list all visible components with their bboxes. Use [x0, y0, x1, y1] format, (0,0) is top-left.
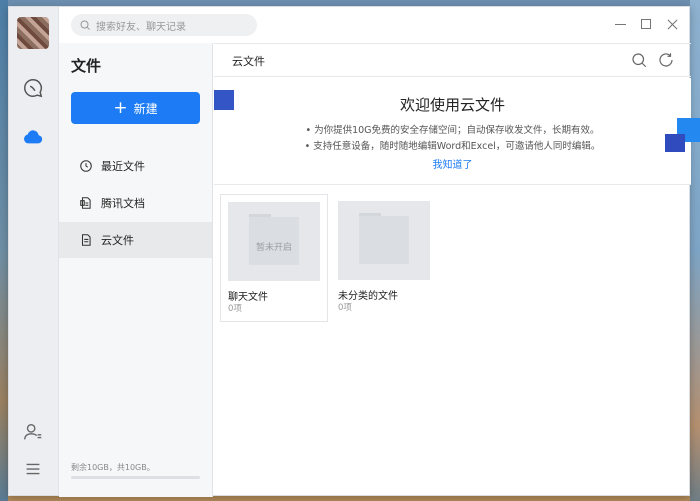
sidebar-item-label: 最近文件 [101, 160, 145, 173]
main-header: 云文件 [214, 43, 691, 77]
plus-icon: + [113, 97, 128, 118]
files-sidebar: 文件 + 新建 最近文件 腾讯文档 云文件 剩余10GB，共10GB。 [59, 43, 213, 497]
folder-icon [359, 216, 409, 264]
cloud-icon[interactable] [22, 126, 44, 148]
sidebar-title: 文件 [71, 57, 102, 75]
folder-card-uncategorized[interactable]: 未分类的文件 0项 [331, 194, 439, 322]
file-icon [81, 234, 91, 246]
sidebar-item-tencent-docs[interactable]: 腾讯文档 [59, 185, 212, 221]
maximize-button[interactable] [638, 16, 654, 32]
folder-card-chat-files[interactable]: 暂未开启 聊天文件 0项 [220, 194, 328, 322]
clock-icon [80, 160, 92, 172]
folder-name: 聊天文件 [228, 292, 268, 303]
welcome-banner: 欢迎使用云文件 • 为你提供10G免费的安全存储空间；自动保存收发文件，长期有效… [214, 78, 700, 185]
folder-grid: 暂未开启 聊天文件 0项 未分类的文件 0项 [214, 186, 691, 497]
folder-thumbnail [338, 201, 430, 280]
close-button[interactable] [664, 16, 680, 32]
close-icon [667, 19, 677, 29]
folder-thumbnail: 暂未开启 [228, 202, 320, 281]
chat-icon[interactable] [22, 77, 44, 99]
storage-quota-bar [71, 476, 200, 479]
avatar[interactable] [17, 17, 49, 49]
refresh-icon[interactable] [657, 51, 675, 69]
sidebar-item-label: 云文件 [101, 234, 134, 247]
maximize-icon [641, 19, 651, 29]
sidebar-item-recent-files[interactable]: 最近文件 [59, 148, 212, 184]
page-title: 云文件 [232, 55, 265, 68]
new-button-label: 新建 [133, 101, 158, 116]
sidebar-item-cloud-files[interactable]: 云文件 [59, 222, 212, 258]
minimize-button[interactable] [612, 16, 628, 32]
desktop-background-left [0, 0, 8, 501]
desktop-background-right [690, 0, 700, 501]
contacts-icon[interactable] [22, 421, 44, 443]
search-icon [80, 20, 90, 30]
folder-count: 0项 [338, 303, 352, 313]
banner-title: 欢迎使用云文件 [399, 96, 505, 114]
search-placeholder: 搜索好友、聊天记录 [96, 21, 186, 33]
search-input[interactable]: 搜索好友、聊天记录 [71, 14, 257, 36]
search-icon[interactable] [630, 51, 648, 69]
menu-icon[interactable] [22, 458, 44, 480]
dismiss-banner-link[interactable]: 我知道了 [214, 156, 691, 171]
banner-line-1: • 为你提供10G免费的安全存储空间；自动保存收发文件，长期有效。 [305, 125, 600, 136]
banner-line-2: • 支持任意设备，随时随地编辑Word和Excel，可邀请他人同时编辑。 [304, 141, 601, 152]
folder-name: 未分类的文件 [338, 291, 398, 302]
storage-quota-text: 剩余10GB，共10GB。 [71, 463, 155, 472]
sidebar-item-label: 腾讯文档 [101, 197, 145, 210]
left-rail [9, 7, 59, 495]
folder-count: 0项 [228, 304, 242, 314]
minimize-icon [614, 23, 626, 25]
folder-status-text: 暂未开启 [255, 243, 292, 253]
decoration-square [665, 134, 685, 152]
doc-icon [80, 197, 91, 209]
new-button[interactable]: + 新建 [71, 92, 200, 124]
cloud-files-window: 搜索好友、聊天记录 文件 + 新建 最近文件 腾讯文档 云文件 剩余10GB，共… [8, 6, 700, 497]
